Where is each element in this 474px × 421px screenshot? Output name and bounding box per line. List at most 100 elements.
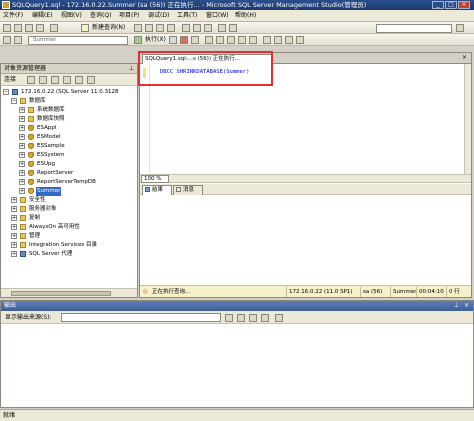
analysis-query-icon[interactable] [145,24,153,32]
close-tab-icon[interactable]: × [462,54,467,61]
save-icon[interactable] [25,24,33,32]
menu-help[interactable]: 帮助(H) [235,12,256,20]
db-engine-query-icon[interactable] [134,24,142,32]
menu-file[interactable]: 文件(F) [3,12,23,20]
change-connection-icon[interactable] [14,36,22,44]
menu-edit[interactable]: 编辑(E) [32,12,52,20]
database-icon [28,170,34,176]
new-query-icon[interactable] [81,24,89,32]
expand-icon[interactable]: + [19,188,25,194]
tree-label: ESSystem [37,152,65,158]
clear-all-icon[interactable] [261,314,269,322]
mdx-query-icon[interactable] [156,24,164,32]
previous-message-icon[interactable] [237,314,245,322]
divider [416,287,417,297]
pin-icon[interactable]: ⊥ [454,301,459,311]
expand-icon[interactable]: + [11,233,17,239]
expand-icon[interactable]: + [11,206,17,212]
paste-icon[interactable] [204,24,212,32]
horizontal-scrollbar[interactable] [1,288,137,297]
new-query-button[interactable]: 新建查询(N) [92,24,125,32]
expand-icon[interactable]: + [11,215,17,221]
menu-project[interactable]: 项目(P) [119,12,139,20]
zoom-select[interactable]: 100 % [141,175,169,183]
scrollbar-thumb[interactable] [11,291,111,296]
menu-tools[interactable]: 工具(T) [177,12,197,20]
close-button[interactable]: × [458,1,470,9]
database-combo[interactable]: Summer [28,36,128,45]
filter-icon[interactable] [63,76,71,84]
database-combo-value: Summer [33,37,57,43]
close-icon[interactable]: × [464,301,469,311]
execute-button[interactable]: 执行(X) [145,36,166,44]
refresh-icon[interactable] [75,76,83,84]
increase-indent-icon[interactable] [296,36,304,44]
new-project-icon[interactable] [3,24,11,32]
copy-icon[interactable] [193,24,201,32]
xmla-query-icon[interactable] [167,24,175,32]
expand-icon[interactable]: + [11,242,17,248]
find-message-icon[interactable] [225,314,233,322]
expand-icon[interactable]: + [19,170,25,176]
menu-view[interactable]: 视图(V) [61,12,82,20]
tab-label: 消息 [183,187,195,193]
execute-icon[interactable] [134,36,142,44]
expand-icon[interactable]: + [19,179,25,185]
expand-icon[interactable]: + [19,125,25,131]
menu-debug[interactable]: 调试(D) [148,12,169,20]
menu-query[interactable]: 查询(Q) [90,12,111,20]
find-icon[interactable] [456,24,464,32]
parse-icon[interactable] [191,36,199,44]
summary-icon[interactable] [87,76,95,84]
tree-node-server[interactable]: − 172.16.0.22 (SQL Server 11.0.3128 [3,88,137,97]
uncomment-icon[interactable] [274,36,282,44]
query-designer-icon[interactable] [216,36,224,44]
maximize-button[interactable]: □ [445,1,457,9]
expand-icon[interactable]: + [11,197,17,203]
decrease-indent-icon[interactable] [285,36,293,44]
cut-icon[interactable] [182,24,190,32]
menu-window[interactable]: 窗口(W) [206,12,229,20]
results-to-file-icon[interactable] [249,36,257,44]
results-to-grid-icon[interactable] [238,36,246,44]
stop-icon[interactable] [51,76,59,84]
cancel-query-icon[interactable] [180,36,188,44]
undo-icon[interactable] [218,24,226,32]
folder-icon [20,197,26,203]
connect-button[interactable]: 连接 [4,76,16,84]
results-to-text-icon[interactable] [227,36,235,44]
word-wrap-icon[interactable] [275,314,283,322]
expand-icon[interactable]: + [19,134,25,140]
display-plan-icon[interactable] [205,36,213,44]
database-icon [28,125,34,131]
activity-monitor-icon[interactable] [50,24,58,32]
tab-messages[interactable]: 消息 [173,185,203,195]
expand-icon[interactable]: + [19,152,25,158]
redo-icon[interactable] [229,24,237,32]
expand-icon[interactable]: + [19,107,25,113]
connect-dropdown-icon[interactable] [27,76,35,84]
debug-icon[interactable] [169,36,177,44]
save-all-icon[interactable] [36,24,44,32]
next-message-icon[interactable] [249,314,257,322]
vertical-scrollbar[interactable] [464,64,471,174]
output-source-combo[interactable] [61,313,221,322]
expand-icon[interactable]: + [11,224,17,230]
expand-icon[interactable]: + [11,251,17,257]
tree-label: AlwaysOn 高可用性 [29,224,80,230]
comment-icon[interactable] [263,36,271,44]
collapse-icon[interactable]: − [11,98,17,104]
pin-icon[interactable]: ⊥ [129,64,134,74]
expand-icon[interactable]: + [19,143,25,149]
output-body[interactable] [1,324,473,407]
connect-icon[interactable] [3,36,11,44]
expand-icon[interactable]: + [19,116,25,122]
tab-results[interactable]: 结果 [142,185,172,195]
collapse-icon[interactable]: − [3,89,9,95]
minimize-button[interactable]: _ [432,1,444,9]
solution-config-combo[interactable] [376,24,452,33]
expand-icon[interactable]: + [19,161,25,167]
disconnect-icon[interactable] [39,76,47,84]
open-file-icon[interactable] [14,24,22,32]
tree-label: SQL Server 代理 [29,251,73,257]
